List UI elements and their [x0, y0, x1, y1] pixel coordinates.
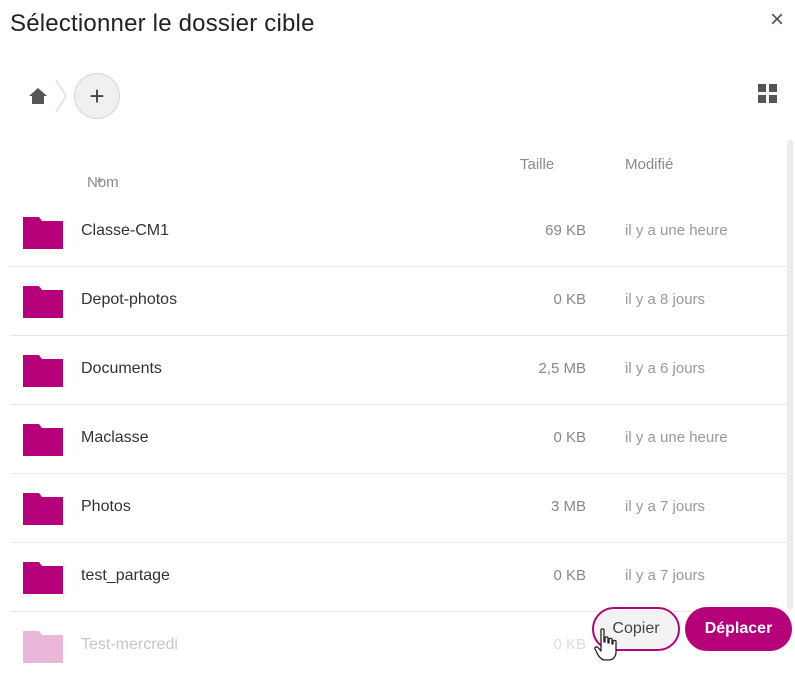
folder-name: Photos: [81, 498, 131, 515]
folder-size: 0 KB: [553, 636, 586, 653]
grid-view-icon[interactable]: [758, 84, 778, 104]
folder-name: Depot-photos: [81, 291, 178, 308]
folder-name: Test-mercredi: [81, 636, 178, 653]
column-header-modified[interactable]: Modifié: [625, 156, 673, 173]
folder-icon: [23, 217, 63, 249]
folder-modified: il y a une heure: [625, 222, 728, 239]
folder-icon: [23, 286, 63, 318]
folder-modified: il y a 7 jours: [625, 498, 706, 515]
table-row[interactable]: Classe-CM1 69 KB il y a une heure: [10, 198, 788, 267]
sort-ascending-icon: ▲: [95, 174, 104, 184]
folder-size: 0 KB: [553, 429, 586, 446]
folder-modified: il y a 7 jours: [625, 567, 706, 584]
folder-icon: [23, 562, 63, 594]
folder-size: 3 MB: [550, 498, 586, 515]
move-button[interactable]: Déplacer: [685, 607, 792, 651]
table-header: Nom ▲ Taille Modifié: [87, 156, 674, 191]
folder-name: Documents: [81, 360, 162, 377]
folder-size: 2,5 MB: [538, 360, 586, 377]
folder-size: 69 KB: [545, 222, 586, 239]
table-row[interactable]: Maclasse 0 KB il y a une heure: [10, 405, 788, 474]
folder-name: test_partage: [81, 567, 170, 584]
breadcrumb-separator-icon: [55, 79, 67, 113]
close-icon[interactable]: ×: [770, 8, 784, 32]
file-list: Nom ▲ Taille Modifié Classe-CM1 69 KB il …: [10, 138, 788, 680]
folder-icon: [23, 493, 63, 525]
folder-icon: [23, 631, 63, 663]
hand-pointer-cursor-icon: [594, 628, 617, 661]
folder-name: Classe-CM1: [81, 222, 170, 239]
folder-name: Maclasse: [81, 429, 149, 446]
table-row[interactable]: test_partage 0 KB il y a 7 jours: [10, 543, 788, 612]
folder-modified: il y a une heure: [625, 429, 728, 446]
folder-size: 0 KB: [553, 291, 586, 308]
new-folder-button[interactable]: +: [74, 73, 120, 119]
breadcrumb: +: [26, 73, 120, 119]
folder-modified: il y a 8 jours: [625, 291, 706, 308]
folder-modified: il y a 6 jours: [625, 360, 706, 377]
table-row[interactable]: Photos 3 MB il y a 7 jours: [10, 474, 788, 543]
home-icon[interactable]: [26, 84, 50, 108]
column-header-size[interactable]: Taille: [520, 156, 554, 173]
table-row[interactable]: Documents 2,5 MB il y a 6 jours: [10, 336, 788, 405]
folder-icon: [23, 355, 63, 387]
dialog-title: Sélectionner le dossier cible: [10, 10, 315, 37]
table-row[interactable]: Depot-photos 0 KB il y a 8 jours: [10, 267, 788, 336]
folder-size: 0 KB: [553, 567, 586, 584]
folder-icon: [23, 424, 63, 456]
